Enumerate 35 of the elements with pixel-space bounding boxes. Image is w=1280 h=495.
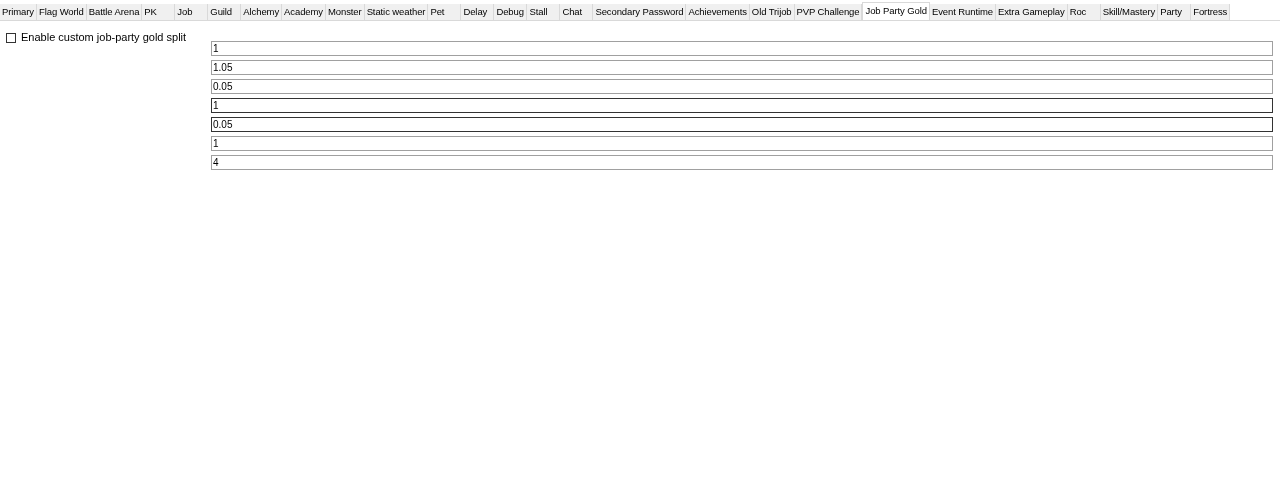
tab[interactable]: PK	[142, 4, 176, 20]
tab[interactable]: Chat	[560, 4, 594, 20]
tab[interactable]: Primary	[0, 4, 38, 20]
checkbox-label: Enable custom job-party gold split	[21, 32, 187, 43]
tab[interactable]: Secondary Password	[593, 4, 687, 20]
tab[interactable]: Academy	[282, 4, 326, 20]
tab[interactable]: Pet	[428, 4, 462, 20]
input-field[interactable]: 4	[211, 155, 1273, 170]
tab[interactable]: Extra Gameplay	[995, 4, 1068, 20]
tab[interactable]: PVP Challenge	[794, 4, 863, 20]
tab[interactable]: Event Runtime	[929, 4, 996, 20]
tab[interactable]: Job Party Gold	[862, 2, 930, 20]
tab[interactable]: Alchemy	[241, 4, 283, 20]
checkbox[interactable]	[6, 32, 16, 43]
tab[interactable]: Battle Arena	[86, 4, 143, 20]
input-field[interactable]: 1.05	[211, 60, 1273, 75]
input-field[interactable]: 0.05	[211, 79, 1273, 94]
tab[interactable]: Achievements	[686, 4, 750, 20]
tab[interactable]: Delay	[461, 4, 495, 20]
tab[interactable]: Fortress	[1191, 4, 1231, 20]
tab[interactable]: Old Trijob	[749, 4, 795, 20]
tab[interactable]: Job	[175, 4, 209, 20]
tab[interactable]: Debug	[494, 4, 528, 20]
tab[interactable]: Flag World	[37, 4, 87, 20]
input-field[interactable]: 1	[211, 136, 1273, 151]
input-field[interactable]: 1	[211, 98, 1273, 113]
input-field[interactable]: 1	[211, 41, 1273, 56]
tab[interactable]: Stall	[527, 4, 561, 20]
input-field[interactable]: 0.05	[211, 117, 1273, 132]
tab[interactable]: Static weather	[364, 4, 429, 20]
tab[interactable]: Party	[1158, 4, 1192, 20]
tab[interactable]: Guild	[208, 4, 242, 20]
tab[interactable]: Roc	[1067, 4, 1101, 20]
tab[interactable]: Monster	[326, 4, 365, 20]
tab[interactable]: Skill/Mastery	[1100, 4, 1159, 20]
